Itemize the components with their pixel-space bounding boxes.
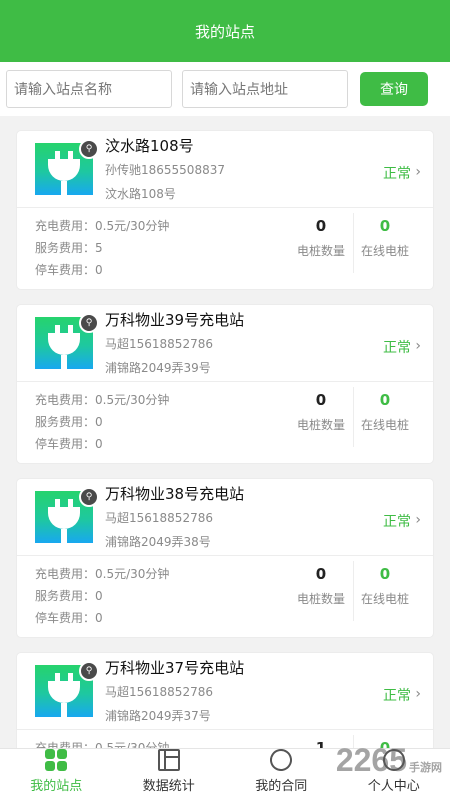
service-fee-value: 0 [95, 589, 103, 603]
watermark-sub: 手游网 [409, 762, 442, 774]
search-bar: 请输入站点名称 请输入站点地址 查询 [0, 62, 450, 116]
online-count-value: 0 [379, 565, 391, 583]
status-badge: 正常 [383, 340, 411, 356]
service-fee-row: 服务费用：0 [35, 589, 103, 603]
site-watermark: 2265 手游网 [336, 742, 442, 779]
pile-count-value: 0 [315, 565, 327, 583]
parking-fee-row: 停车费用：0 [35, 437, 103, 451]
tab-my-stations[interactable]: 我的站点 [0, 749, 113, 800]
station-logo: ⚲ [35, 313, 99, 369]
tab-statistics[interactable]: 数据统计 [113, 749, 226, 800]
tab-label: 我的合同 [255, 779, 308, 794]
online-count: 0 在线电桩 [355, 217, 415, 259]
station-grid-icon [45, 749, 68, 771]
chevron-right-icon[interactable]: › [415, 512, 421, 528]
bike-badge-icon: ⚲ [79, 661, 99, 681]
fee-list: 充电费用：0.5元/30分钟 服务费用：0 停车费用：0 [35, 563, 169, 629]
parking-fee-value: 0 [95, 611, 103, 625]
pile-count-value: 0 [315, 391, 327, 409]
station-name: 万科物业38号充电站 [105, 485, 245, 503]
station-name: 万科物业39号充电站 [105, 311, 245, 329]
divider [353, 561, 354, 621]
station-card[interactable]: ⚲ 汶水路108号 孙传驰18655508837 汶水路108号 正常 › 充电… [16, 130, 434, 290]
parking-fee-row: 停车费用：0 [35, 263, 103, 277]
station-card[interactable]: ⚲ 万科物业38号充电站 马超15618852786 浦锦路2049弄38号 正… [16, 478, 434, 638]
chevron-right-icon[interactable]: › [415, 686, 421, 702]
station-card[interactable]: ⚲ 万科物业39号充电站 马超15618852786 浦锦路2049弄39号 正… [16, 304, 434, 464]
station-logo: ⚲ [35, 139, 99, 195]
online-count-value: 0 [379, 391, 391, 409]
online-count-value: 0 [379, 217, 391, 235]
fee-list: 充电费用：0.5元/30分钟 服务费用：0 停车费用：0 [35, 389, 169, 455]
chevron-right-icon[interactable]: › [415, 338, 421, 354]
service-fee-row: 服务费用：5 [35, 241, 103, 255]
station-name-input[interactable]: 请输入站点名称 [6, 70, 172, 108]
pile-count-label: 电桩数量 [296, 592, 345, 606]
bike-badge-icon: ⚲ [79, 139, 99, 159]
station-address: 汶水路108号 [105, 187, 176, 201]
divider [17, 555, 433, 556]
page-title: 我的站点 [194, 22, 255, 41]
bike-badge-icon: ⚲ [79, 313, 99, 333]
pile-count: 0 电桩数量 [291, 565, 351, 607]
station-contact: 孙传驰18655508837 [105, 163, 225, 177]
service-fee-row: 服务费用：0 [35, 415, 103, 429]
pile-count: 0 电桩数量 [291, 217, 351, 259]
charge-fee-value: 0.5元/30分钟 [95, 567, 170, 581]
chevron-right-icon[interactable]: › [415, 164, 421, 180]
pile-count-label: 电桩数量 [296, 418, 345, 432]
app-header: 我的站点 [0, 0, 450, 62]
pile-count-value: 0 [315, 217, 327, 235]
online-count-label: 在线电桩 [360, 592, 409, 606]
charge-fee-row: 充电费用：0.5元/30分钟 [35, 393, 170, 407]
station-contact: 马超15618852786 [105, 685, 213, 699]
charge-fee-value: 0.5元/30分钟 [95, 219, 170, 233]
status-badge: 正常 [383, 688, 411, 704]
divider [353, 213, 354, 273]
parking-fee-value: 0 [95, 437, 103, 451]
station-logo: ⚲ [35, 487, 99, 543]
station-name-placeholder: 请输入站点名称 [14, 82, 112, 98]
station-address: 浦锦路2049弄39号 [105, 361, 211, 375]
divider [353, 387, 354, 447]
tab-label: 数据统计 [142, 779, 195, 794]
online-count: 0 在线电桩 [355, 565, 415, 607]
service-fee-value: 0 [95, 415, 103, 429]
station-address-input[interactable]: 请输入站点地址 [182, 70, 348, 108]
divider [17, 381, 433, 382]
parking-fee-value: 0 [95, 263, 103, 277]
charge-fee-row: 充电费用：0.5元/30分钟 [35, 567, 170, 581]
statistics-icon [157, 749, 180, 771]
charge-fee-value: 0.5元/30分钟 [95, 393, 170, 407]
charge-fee-row: 充电费用：0.5元/30分钟 [35, 219, 170, 233]
status-badge: 正常 [383, 514, 411, 530]
pile-count: 0 电桩数量 [291, 391, 351, 433]
query-button[interactable]: 查询 [360, 72, 428, 106]
station-name: 汶水路108号 [105, 137, 194, 155]
station-contact: 马超15618852786 [105, 337, 213, 351]
status-badge: 正常 [383, 166, 411, 182]
station-contact: 马超15618852786 [105, 511, 213, 525]
tab-contracts[interactable]: 我的合同 [225, 744, 338, 800]
online-count-label: 在线电桩 [360, 244, 409, 258]
station-logo: ⚲ [35, 661, 99, 717]
pile-count-label: 电桩数量 [296, 244, 345, 258]
online-count: 0 在线电桩 [355, 391, 415, 433]
parking-fee-row: 停车费用：0 [35, 611, 103, 625]
contract-icon [265, 744, 297, 776]
tab-label: 我的站点 [30, 779, 83, 794]
station-address: 浦锦路2049弄38号 [105, 535, 211, 549]
station-address: 浦锦路2049弄37号 [105, 709, 211, 723]
watermark-text: 2265 [335, 742, 407, 778]
online-count-label: 在线电桩 [360, 418, 409, 432]
bike-badge-icon: ⚲ [79, 487, 99, 507]
divider [17, 729, 433, 730]
divider [17, 207, 433, 208]
service-fee-value: 5 [95, 241, 103, 255]
fee-list: 充电费用：0.5元/30分钟 服务费用：5 停车费用：0 [35, 215, 169, 281]
station-name: 万科物业37号充电站 [105, 659, 245, 677]
station-address-placeholder: 请输入站点地址 [190, 82, 288, 98]
